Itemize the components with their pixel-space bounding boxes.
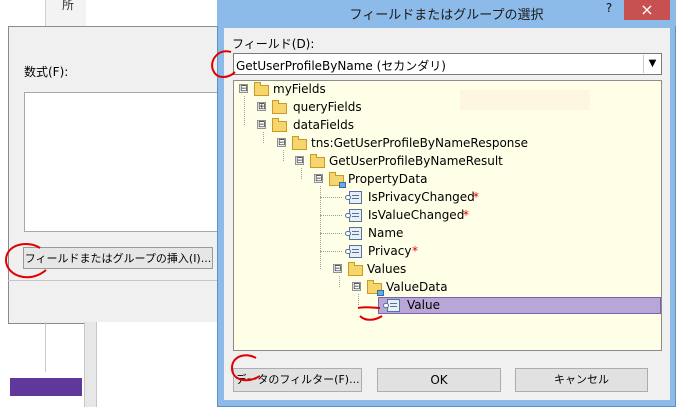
- required-marker: *: [412, 244, 418, 258]
- background-lower-inner-panel: [96, 322, 225, 407]
- tree-line: [320, 197, 342, 198]
- tree-line: [244, 96, 245, 125]
- filter-data-button[interactable]: データのフィルター(F)...: [233, 368, 362, 392]
- dropdown-arrow-button[interactable]: ▼: [643, 55, 661, 73]
- repeating-group-icon: [329, 172, 346, 188]
- background-top-text: 所: [62, 0, 75, 12]
- tree-item-label: ValueData: [386, 280, 448, 294]
- field-icon: [345, 245, 362, 258]
- insert-field-or-group-button[interactable]: フィールドまたはグループの挿入(I)...: [23, 247, 213, 269]
- tree-highlight-glow: [460, 90, 590, 110]
- formula-textbox[interactable]: [24, 92, 224, 232]
- folder-icon: [292, 136, 307, 150]
- collapse-icon[interactable]: ⊟: [295, 156, 304, 166]
- tree-line: [320, 233, 342, 234]
- tree-line: [358, 294, 359, 305]
- close-icon: ×: [640, 0, 654, 19]
- help-button[interactable]: ?: [598, 0, 620, 16]
- tree-item-label: myFields: [273, 82, 326, 96]
- tree-line: [283, 150, 284, 161]
- background-accent-bar: [10, 378, 82, 396]
- tree-item-label: Values: [367, 262, 407, 276]
- cancel-button[interactable]: キャンセル: [515, 368, 648, 392]
- tree-line: [263, 132, 264, 143]
- field-icon: [383, 299, 400, 312]
- required-marker: *: [463, 208, 469, 222]
- tree-item-label: IsPrivacyChanged: [368, 190, 475, 204]
- divider: [8, 280, 222, 281]
- folder-icon: [272, 100, 287, 114]
- field-icon: [345, 227, 362, 240]
- tree-item-label: IsValueChanged: [368, 208, 465, 222]
- divider: [45, 322, 46, 372]
- field-icon: [345, 191, 362, 204]
- close-button[interactable]: ×: [624, 0, 670, 20]
- tree-item-label: Privacy: [368, 244, 412, 258]
- folder-icon: [254, 82, 269, 96]
- field-label: フィールド(D):: [232, 37, 315, 51]
- collapse-icon[interactable]: ⊟: [333, 264, 342, 274]
- tree-item-label: dataFields: [293, 118, 354, 132]
- folder-icon: [310, 154, 325, 168]
- tree-line: [301, 168, 302, 179]
- ok-button[interactable]: OK: [377, 368, 501, 392]
- tree-line: [320, 186, 321, 269]
- tree-line: [320, 215, 342, 216]
- folder-icon: [272, 118, 287, 132]
- tree-item-label: queryFields: [293, 100, 362, 114]
- field-icon: [345, 209, 362, 222]
- tree-item-label: tns:GetUserProfileByNameResponse: [311, 136, 529, 150]
- collapse-icon[interactable]: ⊟: [352, 282, 361, 292]
- tree-line: [339, 276, 340, 287]
- collapse-icon[interactable]: ⊟: [277, 138, 286, 148]
- tree-item-label: PropertyData: [348, 172, 428, 186]
- collapse-icon[interactable]: ⊟: [239, 84, 248, 94]
- collapse-icon[interactable]: ⊟: [257, 120, 266, 130]
- tree-line: [320, 251, 342, 252]
- field-source-dropdown-value: GetUserProfileByName (セカンダリ): [236, 59, 446, 73]
- tree-item-label: Value: [407, 298, 440, 312]
- tree-item-label: GetUserProfileByNameResult: [329, 154, 503, 168]
- chevron-down-icon: ▼: [648, 58, 657, 69]
- repeating-group-icon: [367, 280, 384, 296]
- collapse-icon[interactable]: ⊟: [314, 174, 323, 184]
- expand-icon[interactable]: ⊞: [257, 102, 266, 112]
- formula-label: 数式(F):: [24, 65, 69, 79]
- folder-icon: [348, 262, 363, 276]
- tree-item-label: Name: [368, 226, 404, 240]
- required-marker: *: [473, 190, 479, 204]
